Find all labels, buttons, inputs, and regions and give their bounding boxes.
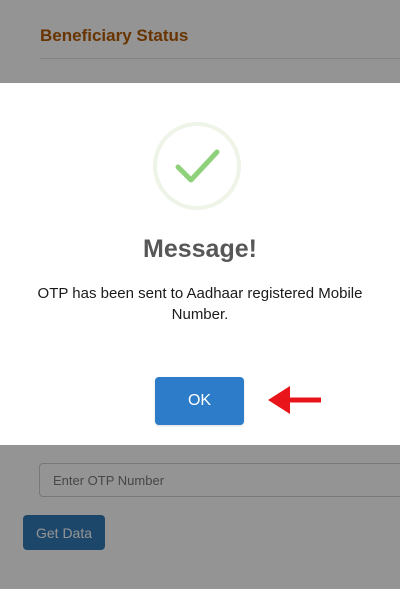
- red-arrow-icon: [268, 386, 321, 414]
- success-circle: [153, 122, 241, 210]
- message-dialog: Message! OTP has been sent to Aadhaar re…: [0, 83, 400, 445]
- ok-button[interactable]: OK: [155, 377, 244, 425]
- screen: Beneficiary Status Get Data Message! OTP…: [0, 0, 400, 589]
- dialog-title: Message!: [143, 235, 257, 263]
- checkmark-icon: [175, 149, 220, 183]
- dialog-message: OTP has been sent to Aadhaar registered …: [37, 285, 363, 323]
